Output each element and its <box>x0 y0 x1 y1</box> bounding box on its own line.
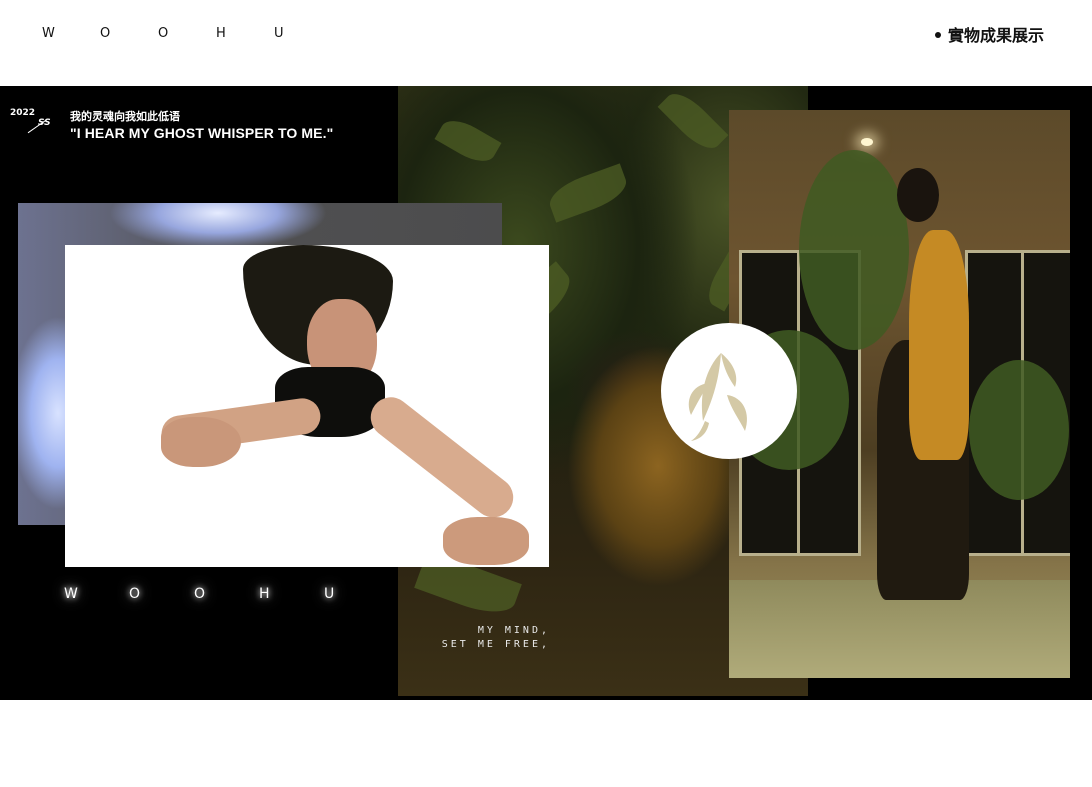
orchid-leaf-group <box>688 353 747 441</box>
season-label: SS <box>38 118 51 128</box>
brand-letter: W <box>64 586 78 602</box>
year-season-mark: 2022 SS <box>10 108 58 136</box>
leaf-shape <box>657 86 729 157</box>
model-hand <box>443 517 529 565</box>
brand-letter: W <box>42 26 55 41</box>
plant-shape <box>969 360 1069 500</box>
bullet-dot-icon <box>934 31 941 38</box>
slogan: MY MIND, SET ME FREE, <box>420 624 550 652</box>
brand-glow-logo: WOOHU <box>64 586 389 602</box>
model-arm <box>362 389 522 526</box>
brand-letter: O <box>100 26 111 41</box>
brand-letter: U <box>274 26 284 41</box>
brand-logo[interactable]: W O O H U <box>42 26 332 41</box>
brand-letter: H <box>259 586 270 602</box>
slogan-line: MY MIND, <box>477 625 550 636</box>
model-photo <box>65 245 549 567</box>
leaf-shape <box>434 113 502 169</box>
nav-link-label: 實物成果展示 <box>947 26 1044 45</box>
model-hand <box>161 417 241 467</box>
year-label: 2022 <box>10 108 36 118</box>
subtitle-cn: 我的灵魂向我如此低语 <box>70 110 180 123</box>
model-jacket <box>909 230 969 460</box>
model-head <box>897 168 939 222</box>
ceiling-lamp <box>861 138 873 146</box>
quote-en: "I HEAR MY GHOST WHISPER TO ME." <box>70 125 334 141</box>
slogan-line: SET ME FREE, <box>441 639 550 650</box>
brand-letter: O <box>129 586 141 602</box>
top-header: W O O H U 實物成果展示 <box>0 0 1092 86</box>
brand-letter: H <box>216 26 226 41</box>
brand-letter: O <box>194 586 206 602</box>
leaf-shape <box>544 163 632 223</box>
orchid-emblem-icon <box>661 323 797 459</box>
brand-letter: U <box>324 586 335 602</box>
brand-letter: O <box>158 26 169 41</box>
plant-shape <box>799 150 909 350</box>
nav-link-showcase[interactable]: 實物成果展示 <box>934 22 1044 46</box>
hero-stage: 2022 SS 我的灵魂向我如此低语 "I HEAR MY GHOST WHIS… <box>0 86 1092 700</box>
